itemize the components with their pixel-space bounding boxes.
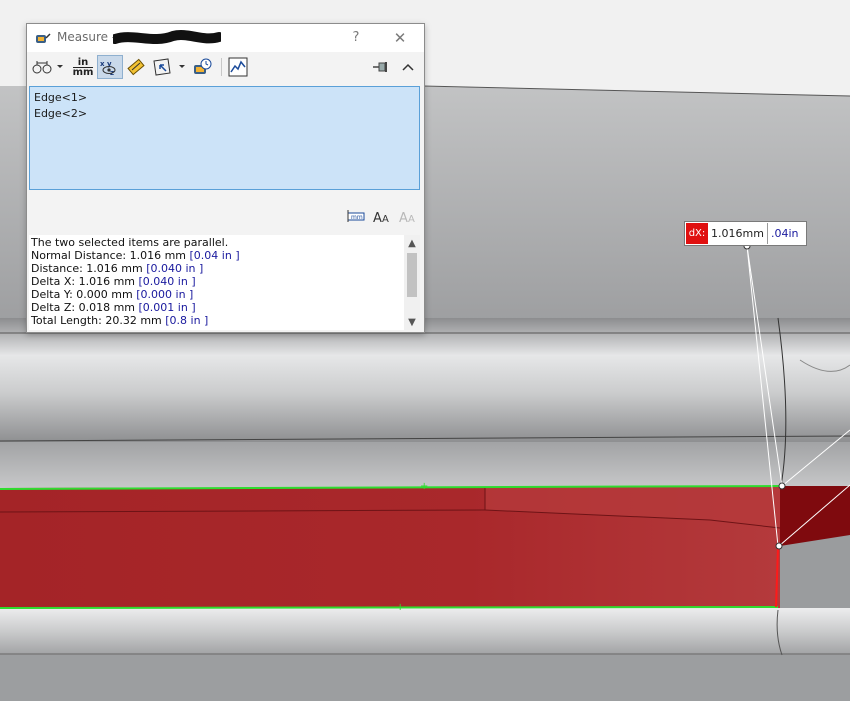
point-to-point-icon: [126, 57, 146, 77]
result-line: Delta X: 1.016 mm [0.040 in ]: [31, 275, 196, 288]
measurement-history-icon: [192, 57, 214, 77]
svg-text:A: A: [382, 214, 389, 224]
show-xyz-button[interactable]: x yz: [97, 55, 123, 79]
delta-x-label: dX:: [686, 223, 708, 244]
list-item[interactable]: Edge<1>: [34, 90, 415, 106]
result-line: Delta Z: 0.018 mm [0.001 in ]: [31, 301, 196, 314]
delta-x-value: 1.016mm: [711, 227, 764, 240]
collapse-button[interactable]: [399, 55, 417, 79]
measure-dialog[interactable]: Measure - ? ✕ in mm x yz Edge<1> Edge<2>…: [26, 23, 425, 333]
result-line: Delta Y: 0.000 mm [0.000 in ]: [31, 288, 194, 301]
svg-text:+: +: [420, 481, 428, 492]
show-xyz-icon: x yz: [99, 58, 121, 76]
units-icon: in mm: [72, 56, 94, 78]
arc-condition-icon: [32, 59, 52, 75]
arc-condition-button[interactable]: [31, 55, 53, 79]
results-panel[interactable]: The two selected items are parallel. Nor…: [29, 235, 420, 330]
dimension-icon: mm: [346, 208, 366, 227]
results-scrollbar[interactable]: ▲ ▼: [404, 235, 420, 330]
chevron-down-icon: [56, 64, 64, 70]
svg-text:mm: mm: [351, 214, 363, 221]
decrease-text-size-button[interactable]: AA: [397, 206, 419, 228]
result-line: Total Length: 20.32 mm [0.8 in ]: [31, 314, 209, 327]
selection-list[interactable]: Edge<1> Edge<2>: [29, 86, 420, 190]
close-button[interactable]: ✕: [387, 28, 413, 48]
redaction-mark: [110, 30, 224, 46]
measure-app-icon: [35, 30, 51, 46]
pin-icon: [372, 60, 390, 74]
point-to-point-button[interactable]: [125, 55, 147, 79]
measure-toolbar: in mm x yz: [27, 52, 424, 82]
toolbar-separator: [221, 58, 222, 76]
increase-text-size-button[interactable]: AA: [371, 206, 393, 228]
projection-dropdown[interactable]: [177, 55, 187, 79]
measurement-history-button[interactable]: [191, 55, 215, 79]
svg-text:A: A: [408, 214, 415, 224]
dialog-title: Measure -: [57, 30, 117, 44]
sensor-button[interactable]: [227, 55, 249, 79]
list-item[interactable]: Edge<2>: [34, 106, 415, 122]
arc-condition-dropdown[interactable]: [55, 55, 65, 79]
svg-text:A: A: [399, 211, 408, 224]
projection-icon: [152, 57, 172, 77]
collapse-icon: [402, 63, 414, 71]
chevron-down-icon: [178, 64, 186, 70]
text-size-decrease-icon: AA: [398, 208, 418, 227]
svg-text:+: +: [396, 602, 404, 613]
svg-text:A: A: [373, 211, 382, 224]
help-button[interactable]: ?: [343, 28, 369, 48]
result-line: The two selected items are parallel.: [31, 236, 229, 249]
dialog-titlebar[interactable]: Measure - ? ✕: [27, 24, 424, 52]
result-line: Normal Distance: 1.016 mm [0.04 in ]: [31, 249, 240, 262]
result-line: Distance: 1.016 mm [0.040 in ]: [31, 262, 204, 275]
units-button[interactable]: in mm: [71, 55, 95, 79]
dimension-callout[interactable]: dX: 1.016mm .04in: [684, 221, 807, 246]
scroll-up-icon[interactable]: ▲: [404, 237, 420, 251]
scroll-thumb[interactable]: [407, 253, 417, 297]
text-size-increase-icon: AA: [372, 208, 392, 227]
scroll-down-icon[interactable]: ▼: [404, 316, 420, 330]
sensor-icon: [228, 57, 248, 77]
delta-x-alt-value: .04in: [767, 223, 806, 244]
results-text: The two selected items are parallel. Nor…: [31, 236, 402, 327]
projection-button[interactable]: [151, 55, 173, 79]
dimension-button[interactable]: mm: [345, 206, 367, 228]
pin-button[interactable]: [371, 55, 391, 79]
